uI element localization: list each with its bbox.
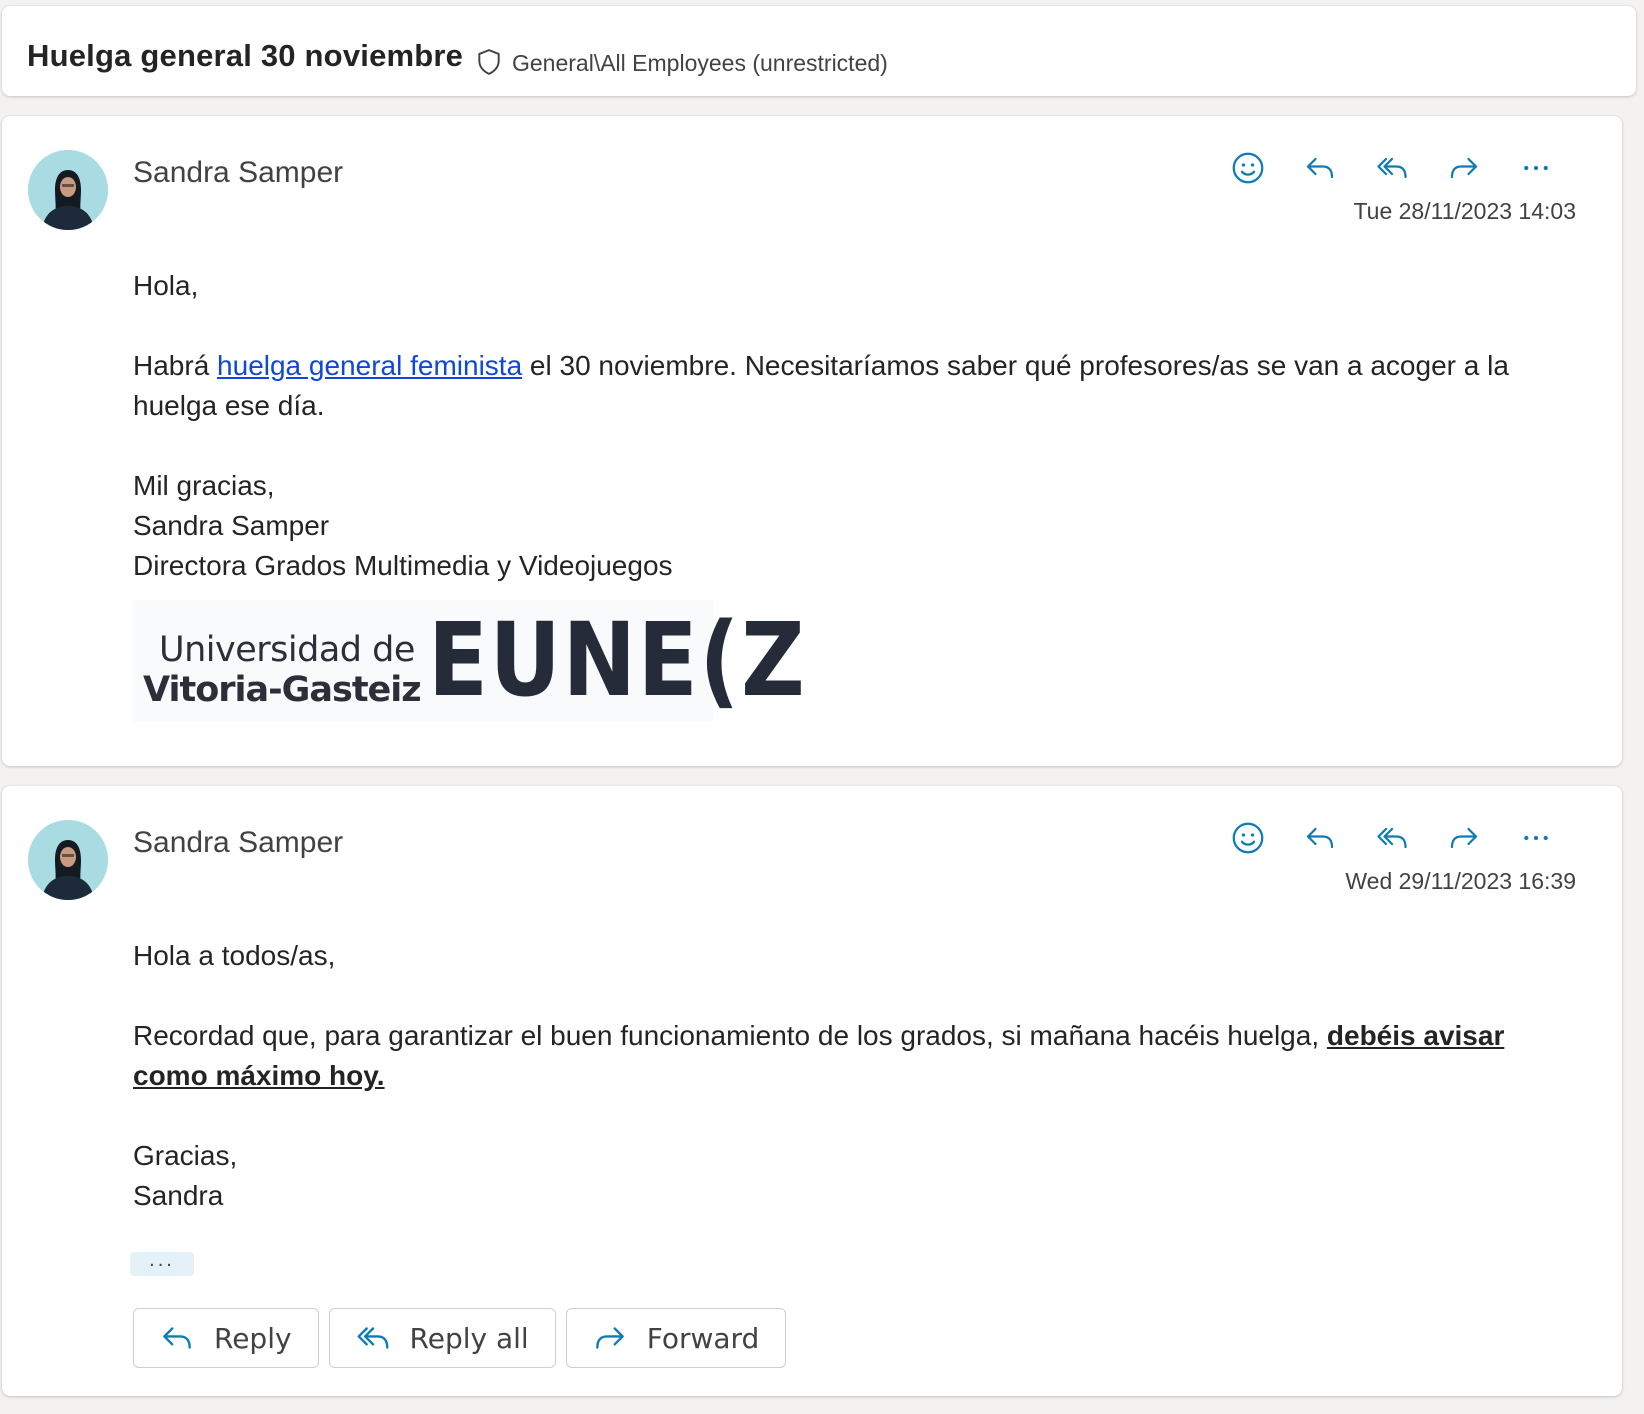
reply-all-icon bbox=[1377, 827, 1407, 849]
more-actions-button[interactable] bbox=[1500, 816, 1572, 860]
reply-all-icon-button[interactable] bbox=[1356, 146, 1428, 190]
message-actions bbox=[1212, 816, 1572, 860]
sensitivity-label[interactable]: General\All Employees (unrestricted) bbox=[512, 50, 888, 77]
react-button[interactable] bbox=[1212, 146, 1284, 190]
greeting: Hola, bbox=[133, 270, 199, 301]
body-text: Recordad que, para garantizar el buen fu… bbox=[133, 1020, 1327, 1051]
logo-mark: EUNE(Z bbox=[428, 601, 807, 720]
message-card: Sandra Samper Tue 28/11/2023 14:03 Hola,… bbox=[2, 116, 1622, 766]
reply-icon bbox=[163, 1327, 191, 1349]
reply-all-icon-button[interactable] bbox=[1356, 816, 1428, 860]
sender-name[interactable]: Sandra Samper bbox=[133, 826, 343, 860]
reply-all-button-label: Reply all bbox=[409, 1321, 529, 1355]
forward-icon-button[interactable] bbox=[1428, 146, 1500, 190]
reply-all-icon bbox=[1377, 157, 1407, 179]
closing: Gracias, bbox=[133, 1140, 238, 1171]
reply-icon bbox=[1306, 827, 1334, 849]
logo-line-1: Universidad de bbox=[159, 630, 415, 670]
react-button[interactable] bbox=[1212, 816, 1284, 860]
body-paragraph: Recordad que, para garantizar el buen fu… bbox=[133, 1016, 1562, 1096]
more-horizontal-icon bbox=[1524, 165, 1548, 171]
reply-icon-button[interactable] bbox=[1284, 816, 1356, 860]
show-more-button[interactable]: ... bbox=[130, 1250, 194, 1276]
message-body: Hola a todos/as, Recordad que, para gara… bbox=[133, 936, 1562, 1216]
avatar[interactable] bbox=[28, 820, 108, 900]
forward-button[interactable]: Forward bbox=[565, 1308, 787, 1368]
forward-icon bbox=[1450, 827, 1478, 849]
forward-icon bbox=[595, 1327, 624, 1349]
shield-icon bbox=[478, 49, 500, 75]
message-card: Sandra Samper Wed 29/11/2023 16:39 Hola … bbox=[2, 786, 1622, 1396]
logo-line-2: Vitoria-Gasteiz bbox=[143, 670, 422, 710]
reply-all-button[interactable]: Reply all bbox=[328, 1308, 556, 1368]
subject-header: Huelga general 30 noviembre General\All … bbox=[2, 6, 1636, 96]
body-link[interactable]: huelga general feminista bbox=[217, 350, 522, 381]
avatar[interactable] bbox=[28, 150, 108, 230]
greeting: Hola a todos/as, bbox=[133, 940, 336, 971]
smiley-icon bbox=[1232, 152, 1264, 184]
message-body: Hola, Habrá huelga general feminista el … bbox=[133, 266, 1562, 586]
person-photo-icon bbox=[28, 820, 108, 900]
sender-name[interactable]: Sandra Samper bbox=[133, 156, 343, 190]
reply-icon-button[interactable] bbox=[1284, 146, 1356, 190]
more-actions-button[interactable] bbox=[1500, 146, 1572, 190]
message-date: Tue 28/11/2023 14:03 bbox=[1353, 198, 1576, 224]
reply-all-icon bbox=[357, 1327, 388, 1349]
person-photo-icon bbox=[28, 150, 108, 230]
university-logo: Universidad de Vitoria-Gasteiz EUNE(Z bbox=[133, 600, 805, 722]
signature-name: Sandra Samper bbox=[133, 510, 330, 541]
reply-button-label: Reply bbox=[214, 1321, 292, 1355]
message-date: Wed 29/11/2023 16:39 bbox=[1345, 868, 1576, 894]
body-paragraph: Habrá huelga general feminista el 30 nov… bbox=[133, 346, 1562, 426]
forward-icon-button[interactable] bbox=[1428, 816, 1500, 860]
signature-title: Directora Grados Multimedia y Videojuego… bbox=[133, 550, 673, 581]
reply-button[interactable]: Reply bbox=[133, 1308, 319, 1368]
message-actions bbox=[1212, 146, 1572, 190]
more-horizontal-icon bbox=[1524, 835, 1548, 841]
reply-icon bbox=[1306, 157, 1334, 179]
closing: Mil gracias, bbox=[133, 470, 275, 501]
reply-buttons: Reply Reply all Forward bbox=[133, 1308, 787, 1368]
forward-button-label: Forward bbox=[646, 1321, 760, 1355]
email-subject: Huelga general 30 noviembre bbox=[27, 38, 464, 73]
body-text: Habrá bbox=[133, 350, 218, 381]
smiley-icon bbox=[1232, 822, 1264, 854]
signature-name: Sandra bbox=[133, 1180, 224, 1211]
forward-icon bbox=[1450, 157, 1478, 179]
